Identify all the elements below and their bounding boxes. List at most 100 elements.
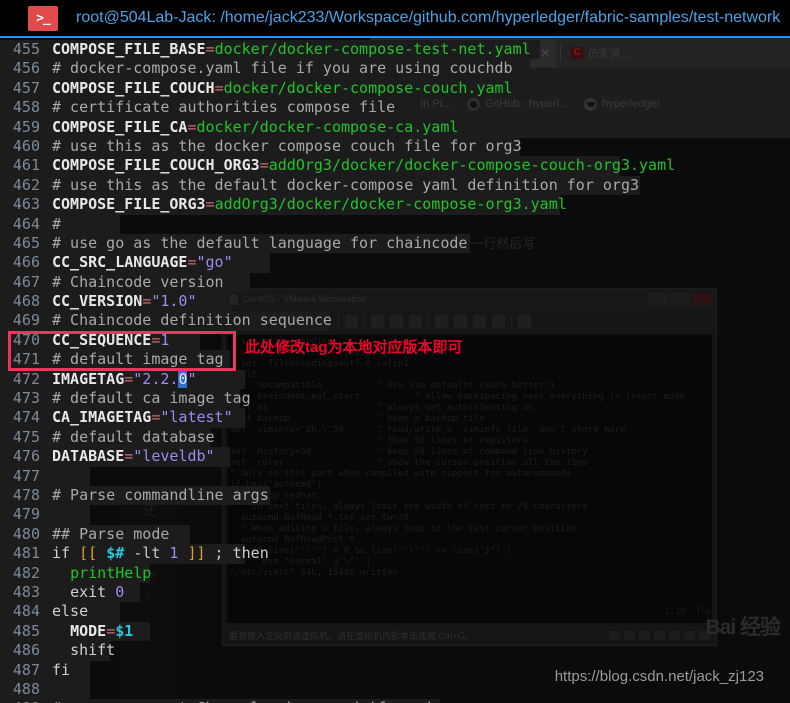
line-content[interactable]: IMAGETAG="2.2.0"	[46, 369, 197, 389]
code-line[interactable]: 476 DATABASE="leveldb"	[0, 447, 790, 467]
terminal-window[interactable]: >_ root@504Lab-Jack: /home/jack233/Works…	[0, 0, 790, 703]
code-line[interactable]: 467 # Chaincode version	[0, 272, 790, 293]
line-number: 468	[0, 292, 46, 312]
line-number: 464	[0, 214, 46, 234]
code-line[interactable]: 489 # parse a createChannel subcommand if…	[0, 699, 790, 703]
line-number: 472	[0, 369, 46, 390]
code-line[interactable]: 457 COMPOSE_FILE_COUCH=docker/docker-comp…	[0, 78, 790, 99]
line-content[interactable]: # docker-compose.yaml file if you are us…	[46, 59, 513, 78]
line-content[interactable]: CC_SEQUENCE=1	[46, 331, 169, 350]
line-number: 471	[0, 350, 46, 370]
code-line[interactable]: 481 if [[ $# -lt 1 ]] ; then	[0, 544, 790, 564]
line-content[interactable]: DATABASE="leveldb"	[46, 447, 215, 466]
code-line[interactable]: 474 CA_IMAGETAG="latest"	[0, 408, 790, 428]
line-number: 479	[0, 505, 46, 525]
code-line[interactable]: 482 printHelp	[0, 563, 790, 583]
code-token: # parse a createChannel subcommand if us…	[52, 699, 431, 703]
editor-viewport[interactable]: 455 COMPOSE_FILE_BASE=docker/docker-compo…	[0, 38, 790, 703]
code-token: then	[232, 544, 269, 563]
terminal-titlebar: >_ root@504Lab-Jack: /home/jack233/Works…	[0, 0, 790, 38]
code-line[interactable]: 462 # use this as the default docker-comp…	[0, 175, 790, 196]
line-content[interactable]: MODE=$1	[46, 622, 133, 641]
line-number: 476	[0, 447, 46, 467]
line-content[interactable]: # Chaincode definition sequence	[46, 311, 332, 330]
line-number: 489	[0, 699, 46, 703]
code-line[interactable]: 468 CC_VERSION="1.0"	[0, 292, 790, 312]
code-line[interactable]: 485 MODE=$1	[0, 621, 790, 642]
code-token: #	[52, 214, 62, 233]
line-content[interactable]: # default ca image tag	[46, 389, 251, 408]
code-token: $#	[106, 544, 125, 563]
line-content[interactable]: else	[46, 602, 88, 621]
code-line[interactable]: 459 COMPOSE_FILE_CA=docker/docker-compose…	[0, 117, 790, 137]
line-content[interactable]: #	[46, 215, 61, 234]
line-content[interactable]: CC_VERSION="1.0"	[46, 292, 197, 311]
line-number: 461	[0, 156, 46, 176]
code-token: shift	[70, 641, 116, 660]
line-content[interactable]: # default image tag	[46, 350, 224, 369]
code-line[interactable]: 461 COMPOSE_FILE_COUCH_ORG3=addOrg3/docke…	[0, 156, 790, 176]
code-token: CC_VERSION	[52, 292, 143, 311]
code-line[interactable]: 455 COMPOSE_FILE_BASE=docker/docker-compo…	[0, 40, 790, 60]
code-line[interactable]: 486 shift	[0, 641, 790, 661]
code-token: # certificate authorities compose file	[52, 98, 396, 117]
code-line[interactable]: 483 exit 0	[0, 582, 790, 603]
line-content[interactable]: # certificate authorities compose file	[46, 98, 395, 117]
line-number: 483	[0, 582, 46, 603]
code-lines-container[interactable]: 455 COMPOSE_FILE_BASE=docker/docker-compo…	[0, 40, 790, 703]
line-number: 456	[0, 59, 46, 79]
line-content[interactable]: # use go as the default language for cha…	[46, 234, 467, 253]
line-content[interactable]: COMPOSE_FILE_COUCH=docker/docker-compose…	[46, 79, 513, 98]
code-line[interactable]: 463 COMPOSE_FILE_ORG3=addOrg3/docker/dock…	[0, 195, 790, 215]
code-line[interactable]: 469 # Chaincode definition sequence	[0, 311, 790, 331]
code-line[interactable]: 480 ## Parse mode	[0, 524, 790, 545]
line-content[interactable]: COMPOSE_FILE_CA=docker/docker-compose-ca…	[46, 118, 458, 137]
line-content[interactable]: CA_IMAGETAG="latest"	[46, 408, 233, 427]
code-token: ## Parse mode	[52, 524, 170, 543]
line-number: 467	[0, 272, 46, 293]
line-content[interactable]: if [[ $# -lt 1 ]] ; then	[46, 544, 269, 563]
code-token: =	[124, 369, 134, 388]
code-token: =	[187, 253, 197, 272]
line-number: 481	[0, 544, 46, 564]
code-line[interactable]: 464 #	[0, 214, 790, 234]
code-token: else	[52, 602, 89, 621]
line-content[interactable]: shift	[46, 641, 115, 660]
line-number: 463	[0, 195, 46, 215]
line-content[interactable]: COMPOSE_FILE_BASE=docker/docker-compose-…	[46, 40, 531, 59]
code-line[interactable]: 456 # docker-compose.yaml file if you are…	[0, 59, 790, 79]
code-token: if	[52, 544, 80, 563]
code-token: # Chaincode definition sequence	[52, 311, 332, 330]
code-line[interactable]: 458 # certificate authorities compose fil…	[0, 98, 790, 118]
line-content[interactable]: # parse a createChannel subcommand if us…	[46, 699, 431, 703]
line-number: 466	[0, 253, 46, 273]
code-line[interactable]: 466 CC_SRC_LANGUAGE="go"	[0, 253, 790, 273]
line-content[interactable]: # use this as the default docker-compose…	[46, 176, 639, 195]
code-line[interactable]: 478 # Parse commandline args	[0, 485, 790, 506]
line-content[interactable]: COMPOSE_FILE_COUCH_ORG3=addOrg3/docker/d…	[46, 156, 675, 175]
code-line[interactable]: 460 # use this as the docker compose couc…	[0, 136, 790, 157]
line-content[interactable]: # Parse commandline args	[46, 486, 269, 505]
line-content[interactable]: fi	[46, 661, 70, 680]
line-content[interactable]: exit 0	[46, 583, 124, 602]
line-content[interactable]: ## Parse mode	[46, 525, 169, 544]
code-token: docker/docker-compose-couch.yaml	[223, 78, 513, 97]
code-line[interactable]: 479	[0, 505, 790, 525]
code-line[interactable]: 484 else	[0, 602, 790, 622]
line-content[interactable]: # use this as the docker compose couch f…	[46, 137, 522, 156]
code-line[interactable]: 477	[0, 466, 790, 486]
code-line[interactable]: 473 # default ca image tag	[0, 389, 790, 409]
line-content[interactable]: # Chaincode version	[46, 273, 224, 292]
line-content[interactable]: printHelp	[46, 564, 151, 583]
code-token: =	[142, 292, 152, 311]
code-line[interactable]: 472 IMAGETAG="2.2.0"	[0, 369, 790, 390]
line-content[interactable]: # default database	[46, 428, 215, 447]
code-token: "1.0"	[151, 292, 197, 311]
line-content[interactable]: COMPOSE_FILE_ORG3=addOrg3/docker/docker-…	[46, 195, 567, 214]
code-line[interactable]: 475 # default database	[0, 427, 790, 448]
code-line[interactable]: 465 # use go as the default language for …	[0, 233, 790, 254]
line-content[interactable]: CC_SRC_LANGUAGE="go"	[46, 253, 233, 272]
